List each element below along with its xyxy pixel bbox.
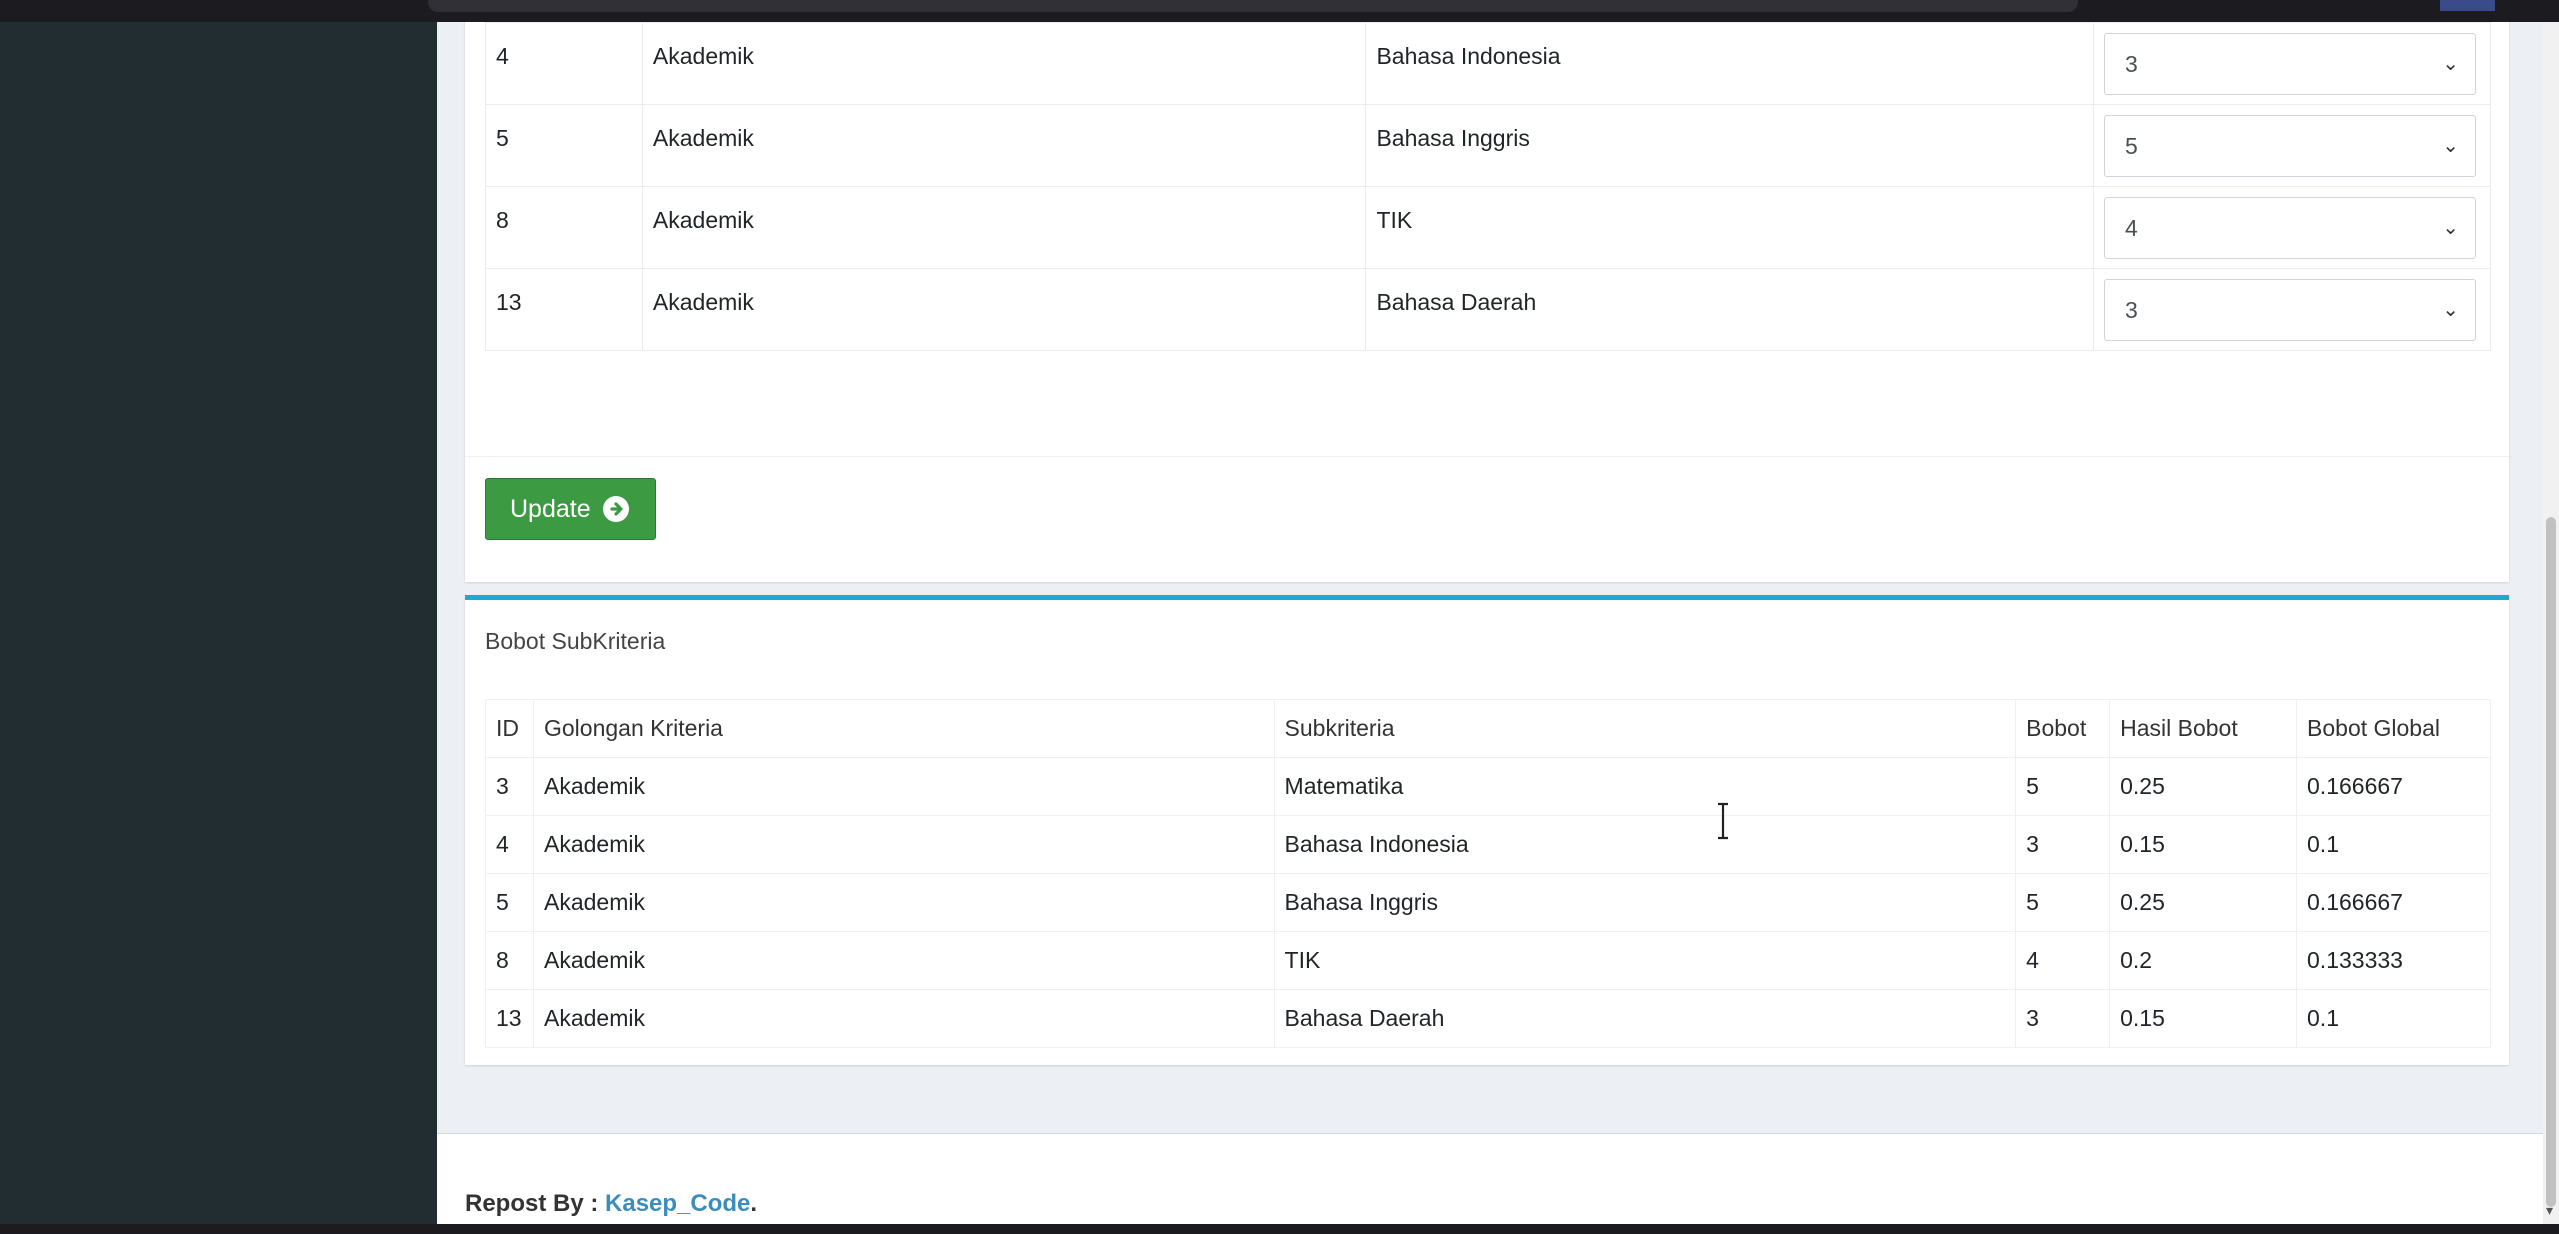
table-row: 3 Akademik Matematika 5 0.25 0.166667 <box>485 757 2491 816</box>
table-row: 8 Akademik TIK 4 ⌄ <box>485 186 2492 269</box>
table-row: 4 Akademik Bahasa Indonesia 3 ⌄ <box>485 22 2492 105</box>
criteria-selection-box: 4 Akademik Bahasa Indonesia 3 ⌄ 5 Akadem… <box>465 22 2509 582</box>
header-subkriteria: Subkriteria <box>1273 699 2017 758</box>
update-button[interactable]: Update <box>485 478 656 540</box>
cell-id: 5 <box>485 873 534 932</box>
cell-golongan: Akademik <box>532 931 1275 990</box>
row-golongan: Akademik <box>641 186 1367 269</box>
cell-bobot: 5 <box>2015 757 2111 816</box>
row-golongan: Akademik <box>641 268 1367 351</box>
cell-subkriteria: Bahasa Daerah <box>1273 989 2017 1048</box>
cell-golongan: Akademik <box>532 757 1275 816</box>
bobot-select[interactable]: 4 ⌄ <box>2103 197 2476 259</box>
text-cursor-icon <box>1718 802 1728 840</box>
box-title: Bobot SubKriteria <box>485 628 666 654</box>
table-row: 13 Akademik Bahasa Daerah 3 0.15 0.1 <box>485 989 2491 1048</box>
cell-bobot-global: 0.1 <box>2296 815 2491 874</box>
header-golongan: Golongan Kriteria <box>532 699 1275 758</box>
update-button-label: Update <box>510 495 591 523</box>
row-select-cell: 3 ⌄ <box>2092 268 2492 351</box>
bobot-select[interactable]: 5 ⌄ <box>2103 115 2476 177</box>
bobot-select-value: 5 <box>2124 133 2138 159</box>
footer-link[interactable]: Kasep_Code <box>605 1190 750 1217</box>
footer-prefix: Repost By : <box>465 1190 606 1217</box>
cell-bobot-global: 0.1 <box>2296 989 2491 1048</box>
row-select-cell: 5 ⌄ <box>2092 104 2492 187</box>
bobot-table: ID Golongan Kriteria Subkriteria Bobot H… <box>485 699 2491 1048</box>
vertical-scrollbar[interactable]: ▾ <box>2543 22 2559 1224</box>
chevron-down-icon: ⌄ <box>2442 53 2459 75</box>
bobot-select[interactable]: 3 ⌄ <box>2103 33 2476 95</box>
cell-subkriteria: Matematika <box>1273 757 2017 816</box>
row-id: 8 <box>485 186 643 269</box>
cell-golongan: Akademik <box>532 873 1275 932</box>
cell-subkriteria: Bahasa Inggris <box>1273 873 2017 932</box>
header-id: ID <box>485 699 534 758</box>
cell-hasil-bobot: 0.15 <box>2109 989 2298 1048</box>
bobot-select[interactable]: 3 ⌄ <box>2103 279 2476 341</box>
window-top-bar <box>0 0 2559 22</box>
box-footer-divider <box>465 456 2509 457</box>
sidebar <box>0 22 437 1224</box>
arrow-circle-right-icon <box>603 496 629 522</box>
bobot-select-value: 4 <box>2124 215 2138 241</box>
cell-hasil-bobot: 0.25 <box>2109 873 2298 932</box>
cell-subkriteria: TIK <box>1273 931 2017 990</box>
header-bobot: Bobot <box>2015 699 2111 758</box>
chevron-down-icon: ⌄ <box>2442 217 2459 239</box>
browser-tab-strip <box>428 0 2078 12</box>
table-row: 5 Akademik Bahasa Inggris 5 ⌄ <box>485 104 2492 187</box>
cell-bobot-global: 0.166667 <box>2296 873 2491 932</box>
table-row: 8 Akademik TIK 4 0.2 0.133333 <box>485 931 2491 990</box>
header-bobot-global: Bobot Global <box>2296 699 2491 758</box>
row-id: 13 <box>485 268 643 351</box>
cell-golongan: Akademik <box>532 989 1275 1048</box>
chevron-down-icon: ⌄ <box>2442 299 2459 321</box>
footer-text: Repost By : Kasep_Code. <box>465 1190 757 1218</box>
table-header-row: ID Golongan Kriteria Subkriteria Bobot H… <box>485 699 2491 758</box>
row-golongan: Akademik <box>641 104 1367 187</box>
selection-table: 4 Akademik Bahasa Indonesia 3 ⌄ 5 Akadem… <box>485 22 2492 351</box>
cell-id: 4 <box>485 815 534 874</box>
table-row: 4 Akademik Bahasa Indonesia 3 0.15 0.1 <box>485 815 2491 874</box>
row-subkriteria: TIK <box>1365 186 2094 269</box>
cell-hasil-bobot: 0.2 <box>2109 931 2298 990</box>
chevron-down-icon: ⌄ <box>2442 135 2459 157</box>
cell-golongan: Akademik <box>532 815 1275 874</box>
cell-bobot-global: 0.166667 <box>2296 757 2491 816</box>
scrollbar-thumb[interactable] <box>2546 517 2556 1207</box>
footer-suffix: . <box>750 1190 758 1217</box>
row-select-cell: 3 ⌄ <box>2092 22 2492 105</box>
cell-id: 3 <box>485 757 534 816</box>
header-hasil-bobot: Hasil Bobot <box>2109 699 2298 758</box>
window-corner-button[interactable] <box>2440 0 2495 11</box>
row-id: 5 <box>485 104 643 187</box>
page-footer: Repost By : Kasep_Code. <box>437 1133 2543 1224</box>
cell-hasil-bobot: 0.25 <box>2109 757 2298 816</box>
cell-bobot: 4 <box>2015 931 2111 990</box>
cell-id: 8 <box>485 931 534 990</box>
cell-hasil-bobot: 0.15 <box>2109 815 2298 874</box>
cell-bobot: 3 <box>2015 815 2111 874</box>
window-bottom-bar <box>0 1224 2559 1234</box>
scroll-down-icon[interactable]: ▾ <box>2546 1202 2553 1219</box>
row-subkriteria: Bahasa Daerah <box>1365 268 2094 351</box>
cell-bobot-global: 0.133333 <box>2296 931 2491 990</box>
bobot-select-value: 3 <box>2124 51 2138 77</box>
bobot-select-value: 3 <box>2124 297 2138 323</box>
cell-id: 13 <box>485 989 534 1048</box>
cell-bobot: 5 <box>2015 873 2111 932</box>
row-subkriteria: Bahasa Indonesia <box>1365 22 2094 105</box>
bobot-subkriteria-box: Bobot SubKriteria ID Golongan Kriteria S… <box>465 595 2509 1065</box>
table-row: 5 Akademik Bahasa Inggris 5 0.25 0.16666… <box>485 873 2491 932</box>
cell-subkriteria: Bahasa Indonesia <box>1273 815 2017 874</box>
table-row: 13 Akademik Bahasa Daerah 3 ⌄ <box>485 268 2492 351</box>
row-select-cell: 4 ⌄ <box>2092 186 2492 269</box>
cell-bobot: 3 <box>2015 989 2111 1048</box>
row-golongan: Akademik <box>641 22 1367 105</box>
row-subkriteria: Bahasa Inggris <box>1365 104 2094 187</box>
main-content: 4 Akademik Bahasa Indonesia 3 ⌄ 5 Akadem… <box>437 22 2543 1224</box>
row-id: 4 <box>485 22 643 105</box>
